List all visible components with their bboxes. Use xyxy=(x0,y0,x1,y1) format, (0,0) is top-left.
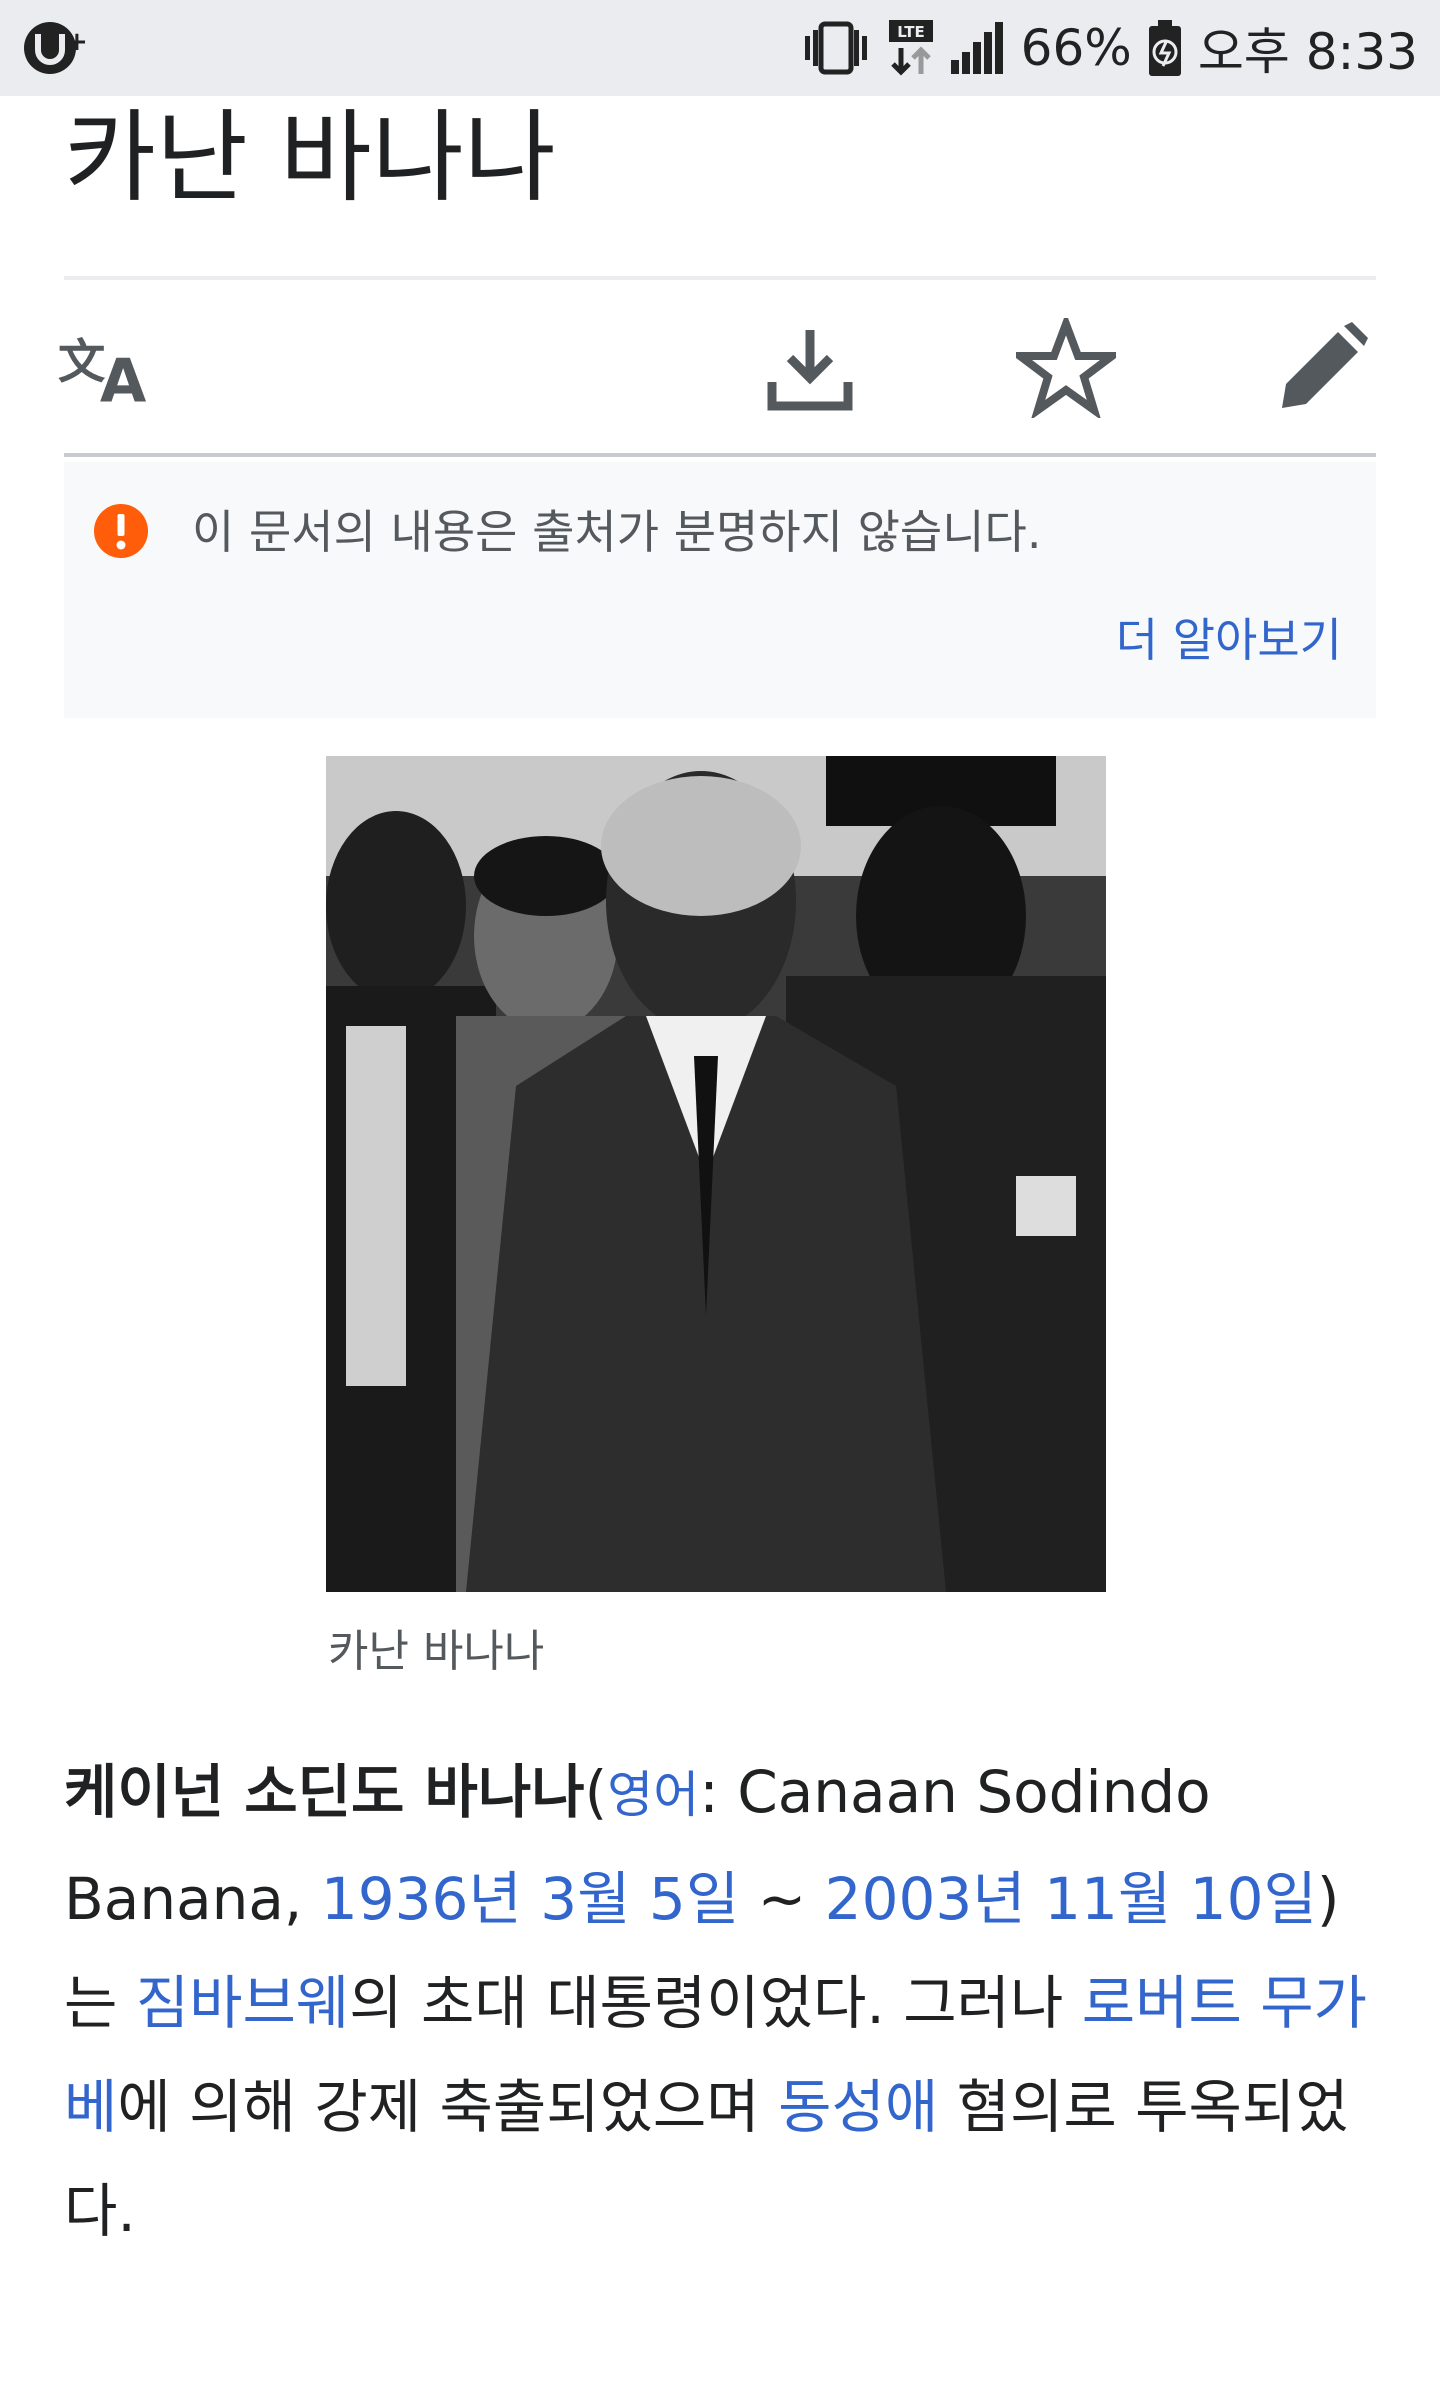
close-paren: ) xyxy=(1316,1865,1340,1933)
signal-icon xyxy=(950,22,1003,74)
toolbar-divider xyxy=(64,453,1376,457)
topic-link[interactable]: 동성애 xyxy=(778,2073,938,2141)
birth-date-link[interactable]: 1936년 3월 5일 xyxy=(321,1865,739,1933)
download-icon xyxy=(767,330,853,411)
lead-text-3: 에 의해 강제 축출되었으며 xyxy=(117,2073,779,2141)
portrait-image[interactable] xyxy=(326,756,1106,1592)
lead-text-2: 의 초대 대통령이었다. 그러나 xyxy=(349,1969,1082,2037)
svg-text:LTE: LTE xyxy=(897,23,925,41)
open-paren: ( xyxy=(584,1758,608,1826)
title-divider xyxy=(64,276,1376,280)
battery-charging-icon xyxy=(1148,20,1181,76)
language-link[interactable]: 영어 xyxy=(607,1766,699,1824)
edit-button[interactable] xyxy=(1272,318,1372,418)
page-title: 카난 바나나 xyxy=(64,99,556,216)
subject-name: 케이넌 소딘도 바나나 xyxy=(64,1758,585,1826)
country-link[interactable]: 짐바브웨 xyxy=(136,1969,349,2037)
download-button[interactable] xyxy=(760,318,860,418)
svg-text:文: 文 xyxy=(58,335,106,390)
status-bar: + LTE 66% 오후 8:33 xyxy=(0,0,1440,96)
tilde: ~ xyxy=(739,1865,825,1933)
star-icon xyxy=(1016,318,1116,418)
battery-percent: 66% xyxy=(1020,19,1132,77)
status-icons: LTE 66% 오후 8:33 xyxy=(799,0,1418,96)
watch-button[interactable] xyxy=(1016,318,1116,418)
page-actions-toolbar: 文 A xyxy=(58,300,1376,440)
lead-text-1: 는 xyxy=(64,1969,136,2037)
u-plus-app-icon: + xyxy=(24,22,88,74)
death-date-link[interactable]: 2003년 11월 10일 xyxy=(825,1865,1317,1933)
portrait-photo xyxy=(326,756,1106,1592)
learn-more-link[interactable]: 더 알아보기 xyxy=(1116,610,1342,670)
clock: 오후 8:33 xyxy=(1197,23,1418,81)
exclamation-icon xyxy=(94,504,148,558)
edit-icon xyxy=(1282,322,1368,408)
translate-icon: 文 A xyxy=(58,335,147,413)
svg-text:A: A xyxy=(100,347,147,413)
vibrate-icon xyxy=(804,21,867,75)
notice-text: 이 문서의 내용은 출처가 분명하지 않습니다. xyxy=(192,505,1042,559)
lte-icon: LTE xyxy=(888,20,933,76)
image-caption: 카난 바나나 xyxy=(328,1626,545,1677)
lead-paragraph: 케이넌 소딘도 바나나(영어: Canaan Sodindo Banana, 1… xyxy=(64,1740,1376,2263)
issue-notice[interactable]: 이 문서의 내용은 출처가 분명하지 않습니다. 더 알아보기 xyxy=(64,462,1376,718)
language-button[interactable]: 文 A xyxy=(58,318,158,418)
svg-text:+: + xyxy=(66,27,88,57)
